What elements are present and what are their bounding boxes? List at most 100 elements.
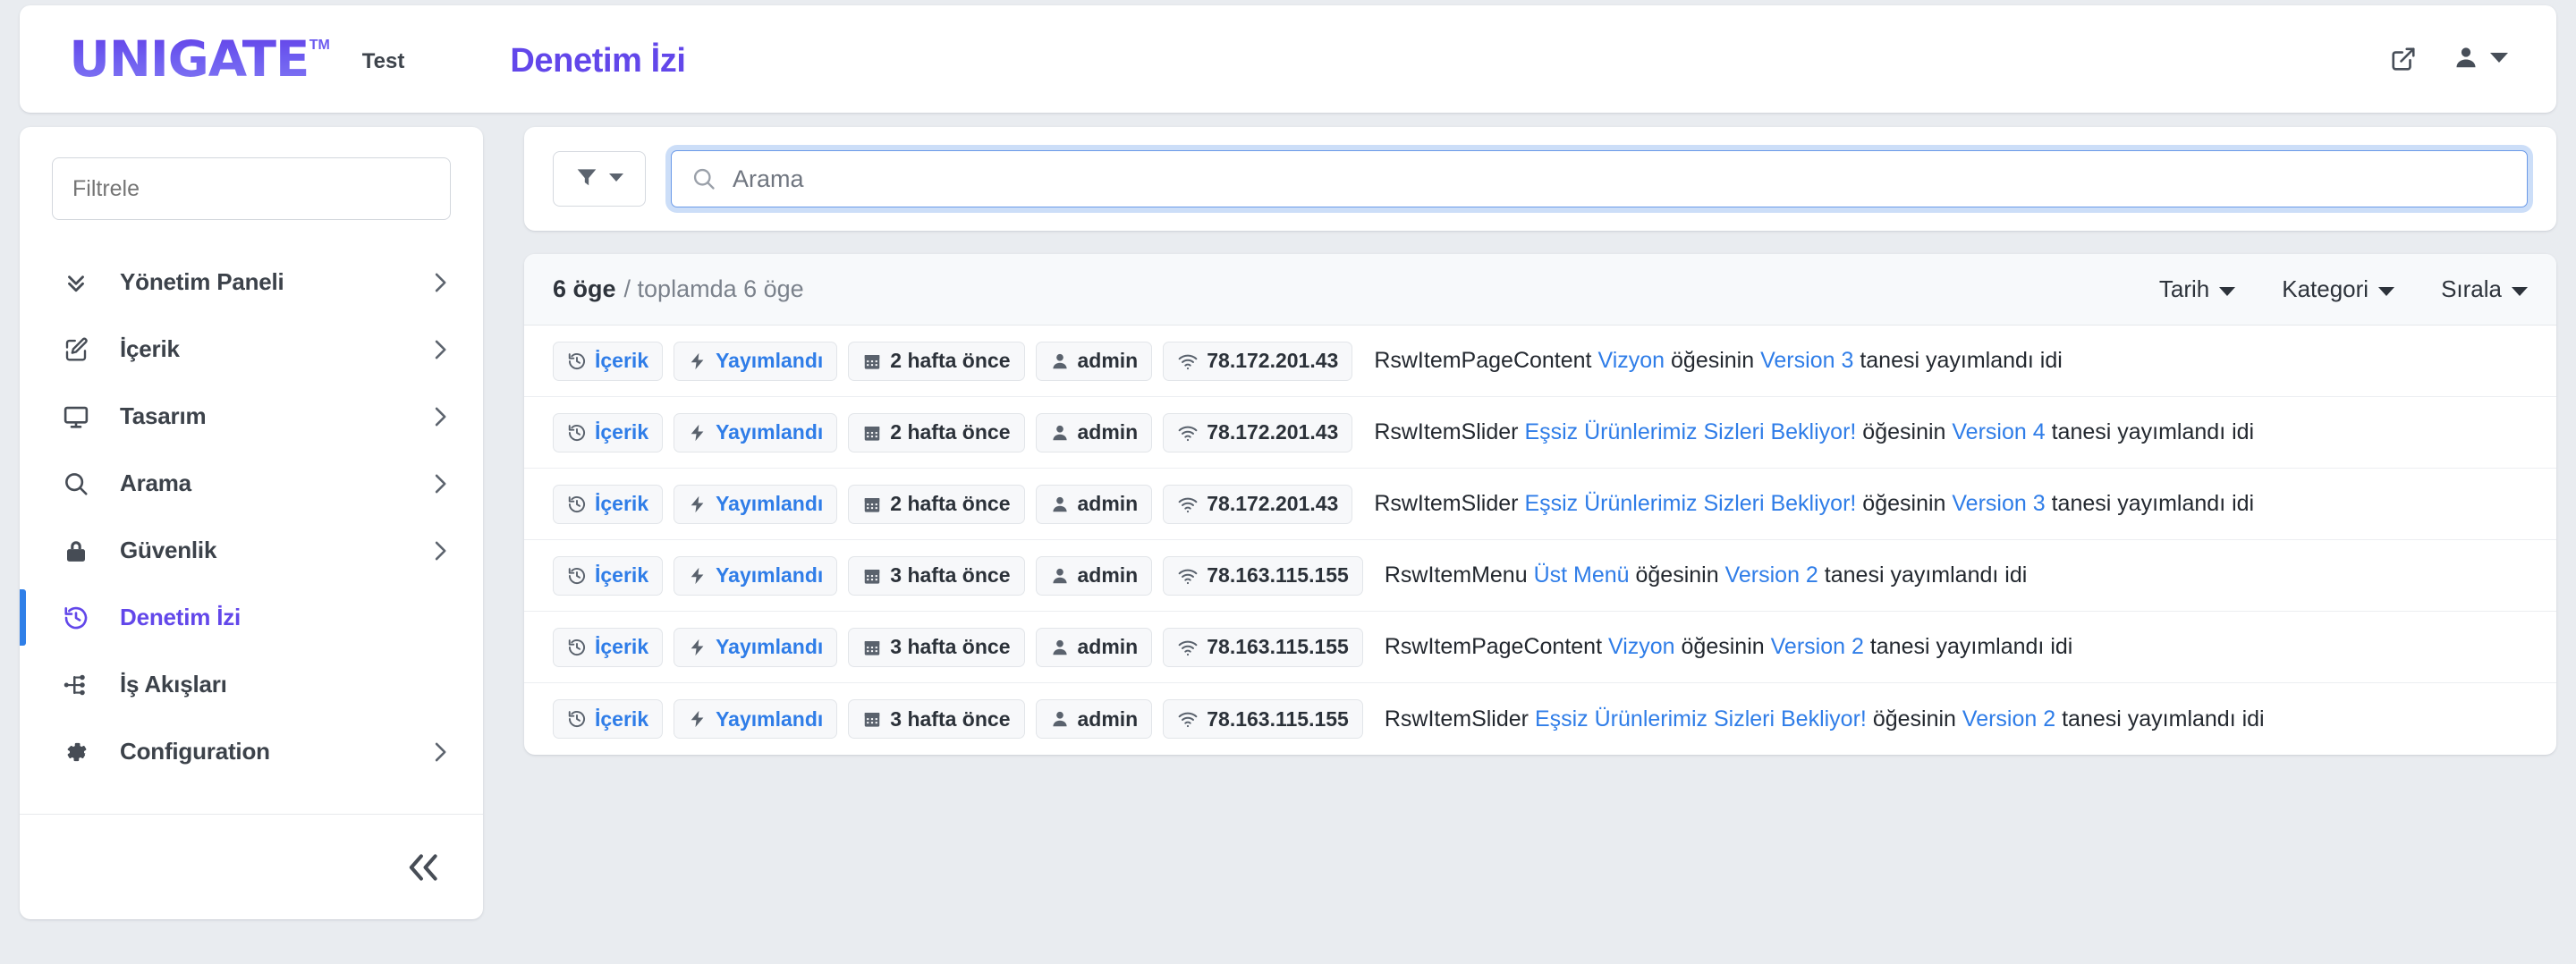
- table-row[interactable]: İçerik Yayımlandı 3 hafta önce admin 78.…: [524, 683, 2556, 755]
- history-icon: [567, 351, 587, 371]
- lightning-icon: [688, 709, 708, 729]
- status-badge[interactable]: Yayımlandı: [674, 341, 838, 381]
- date-badge-label: 3 hafta önce: [890, 563, 1011, 587]
- external-link-icon[interactable]: [2390, 46, 2417, 72]
- status-badge[interactable]: Yayımlandı: [674, 484, 838, 524]
- history-icon: [567, 495, 587, 514]
- sidebar-item-tasarim[interactable]: Tasarım: [20, 383, 483, 450]
- status-badge[interactable]: Yayımlandı: [674, 699, 838, 739]
- table-row[interactable]: İçerik Yayımlandı 2 hafta önce admin 78.…: [524, 469, 2556, 540]
- sidebar-item-icerik[interactable]: İçerik: [20, 316, 483, 383]
- sidebar-item-yonetim-paneli[interactable]: Yönetim Paneli: [20, 249, 483, 316]
- calendar-icon: [862, 495, 882, 514]
- date-badge[interactable]: 2 hafta önce: [848, 412, 1025, 452]
- ip-badge[interactable]: 78.163.115.155: [1163, 627, 1363, 667]
- calendar-icon: [862, 709, 882, 729]
- category-badge-label: İçerik: [595, 706, 649, 731]
- user-badge[interactable]: admin: [1035, 555, 1153, 596]
- sidebar-nav: Yönetim Paneli İçerik Tasarım Arama Güve…: [20, 249, 483, 785]
- entry-item-link[interactable]: Üst Menü: [1534, 562, 1630, 588]
- entry-version-link[interactable]: Version 2: [1771, 634, 1864, 659]
- status-badge[interactable]: Yayımlandı: [674, 627, 838, 667]
- entry-version-link[interactable]: Version 3: [1952, 491, 2045, 516]
- lightning-icon: [688, 638, 708, 657]
- filter-dropdown-button[interactable]: [553, 151, 646, 207]
- gear-icon: [59, 739, 93, 765]
- status-badge-label: Yayımlandı: [716, 349, 824, 372]
- search-input[interactable]: [733, 165, 2507, 193]
- item-count: 6 öge: [553, 275, 616, 302]
- chevron-right-icon: [431, 338, 449, 361]
- sort-dropdown[interactable]: Sırala: [2441, 275, 2528, 303]
- entry-version-link[interactable]: Version 3: [1760, 348, 1853, 373]
- sidebar-item-guvenlik[interactable]: Güvenlik: [20, 517, 483, 584]
- user-badge[interactable]: admin: [1035, 627, 1153, 667]
- app-logo[interactable]: UNIGATE TM: [69, 34, 329, 84]
- entry-mid-text: öğesinin: [1681, 634, 1765, 659]
- category-badge[interactable]: İçerik: [553, 555, 664, 596]
- entry-version-link[interactable]: Version 4: [1952, 419, 2045, 444]
- category-badge[interactable]: İçerik: [553, 341, 664, 381]
- category-badge[interactable]: İçerik: [553, 627, 664, 667]
- status-badge[interactable]: Yayımlandı: [674, 555, 838, 596]
- ip-badge[interactable]: 78.163.115.155: [1163, 555, 1363, 596]
- ip-badge[interactable]: 78.172.201.43: [1163, 412, 1353, 452]
- sidebar-item-denetim-izi[interactable]: Denetim İzi: [20, 584, 483, 651]
- audit-trail-list-card: 6 öge / toplamda 6 öge Tarih Kategori Sı…: [524, 254, 2556, 755]
- edit-square-icon: [59, 336, 93, 363]
- entry-item-link[interactable]: Eşsiz Ürünlerimiz Sizleri Bekliyor!: [1524, 491, 1856, 516]
- collapse-sidebar-button[interactable]: [404, 851, 444, 884]
- lightning-icon: [688, 423, 708, 443]
- date-filter-dropdown[interactable]: Tarih: [2159, 275, 2236, 303]
- date-badge[interactable]: 3 hafta önce: [848, 555, 1025, 596]
- date-badge[interactable]: 3 hafta önce: [848, 699, 1025, 739]
- calendar-icon: [862, 423, 882, 443]
- sidebar-item-configuration[interactable]: Configuration: [20, 718, 483, 785]
- table-row[interactable]: İçerik Yayımlandı 3 hafta önce admin 78.…: [524, 612, 2556, 683]
- search-toolbar: [524, 127, 2556, 231]
- entry-item-link[interactable]: Vizyon: [1608, 634, 1675, 659]
- search-field-wrapper[interactable]: [671, 150, 2528, 207]
- sidebar-item-label: Configuration: [120, 738, 270, 765]
- ip-badge[interactable]: 78.172.201.43: [1163, 484, 1353, 524]
- date-badge-label: 2 hafta önce: [890, 349, 1011, 372]
- category-badge[interactable]: İçerik: [553, 699, 664, 739]
- page-title: Denetim İzi: [510, 41, 686, 80]
- status-badge-label: Yayımlandı: [716, 706, 824, 731]
- category-filter-dropdown[interactable]: Kategori: [2282, 275, 2395, 303]
- sidebar-item-is-akislari[interactable]: İş Akışları: [20, 651, 483, 718]
- ip-badge[interactable]: 78.163.115.155: [1163, 699, 1363, 739]
- entry-item-link[interactable]: Vizyon: [1597, 348, 1665, 373]
- entry-item-link[interactable]: Eşsiz Ürünlerimiz Sizleri Bekliyor!: [1524, 419, 1856, 444]
- monitor-icon: [59, 403, 93, 430]
- table-row[interactable]: İçerik Yayımlandı 2 hafta önce admin 78.…: [524, 326, 2556, 397]
- user-badge[interactable]: admin: [1035, 699, 1153, 739]
- search-icon: [59, 470, 93, 497]
- sidebar-item-arama[interactable]: Arama: [20, 450, 483, 517]
- category-badge[interactable]: İçerik: [553, 412, 664, 452]
- user-badge[interactable]: admin: [1035, 412, 1153, 452]
- user-badge[interactable]: admin: [1035, 484, 1153, 524]
- entry-version-link[interactable]: Version 2: [1962, 706, 2055, 731]
- date-badge[interactable]: 2 hafta önce: [848, 341, 1025, 381]
- sidebar-filter-input[interactable]: [52, 157, 451, 220]
- history-icon: [567, 638, 587, 657]
- entry-type: RswItemSlider: [1374, 491, 1519, 516]
- status-badge[interactable]: Yayımlandı: [674, 412, 838, 452]
- table-row[interactable]: İçerik Yayımlandı 2 hafta önce admin 78.…: [524, 397, 2556, 469]
- calendar-icon: [862, 638, 882, 657]
- ip-badge-label: 78.172.201.43: [1207, 420, 1339, 444]
- caret-down-icon: [2512, 275, 2528, 303]
- category-badge[interactable]: İçerik: [553, 484, 664, 524]
- table-row[interactable]: İçerik Yayımlandı 3 hafta önce admin 78.…: [524, 540, 2556, 612]
- entry-item-link[interactable]: Eşsiz Ürünlerimiz Sizleri Bekliyor!: [1535, 706, 1867, 731]
- date-badge[interactable]: 3 hafta önce: [848, 627, 1025, 667]
- ip-badge[interactable]: 78.172.201.43: [1163, 341, 1353, 381]
- history-icon: [567, 709, 587, 729]
- entry-version-link[interactable]: Version 2: [1725, 562, 1818, 588]
- user-menu-button[interactable]: [2453, 44, 2508, 75]
- user-badge[interactable]: admin: [1035, 341, 1153, 381]
- date-badge[interactable]: 2 hafta önce: [848, 484, 1025, 524]
- chevron-right-icon: [431, 472, 449, 495]
- calendar-icon: [862, 566, 882, 586]
